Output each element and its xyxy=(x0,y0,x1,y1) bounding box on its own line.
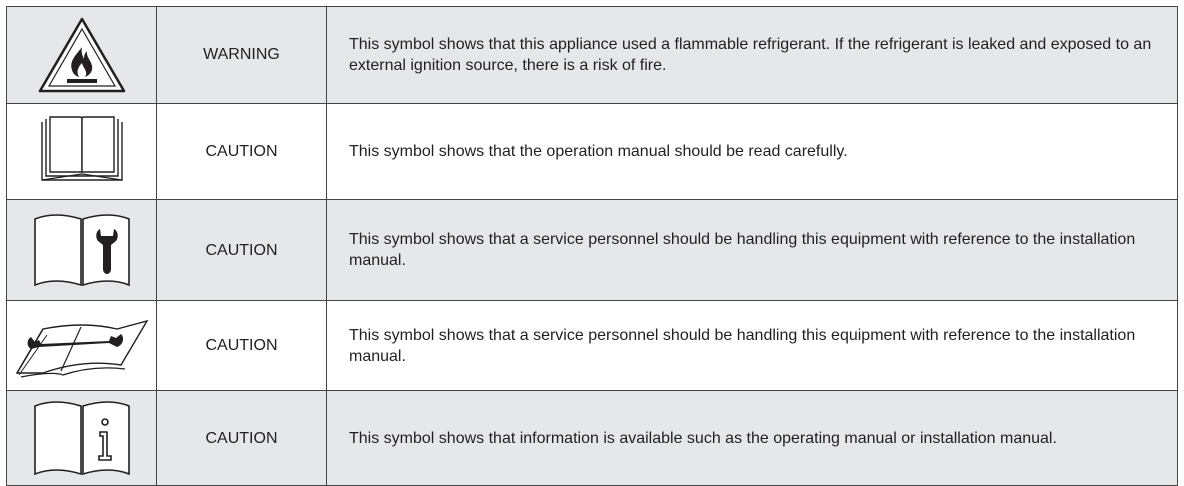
read-manual-icon xyxy=(40,116,123,182)
symbol-cell xyxy=(6,199,157,301)
table-row: CAUTION This symbol shows that a service… xyxy=(6,199,1178,301)
symbol-description: This symbol shows that information is av… xyxy=(326,390,1178,486)
flammable-warning-icon xyxy=(38,17,125,93)
signal-word: WARNING xyxy=(156,6,327,104)
symbol-description: This symbol shows that the operation man… xyxy=(326,102,1178,201)
table-row: CAUTION This symbol shows that a service… xyxy=(6,299,1178,392)
open-book-wrench-icon xyxy=(15,319,148,378)
table-row: CAUTION This symbol shows that the opera… xyxy=(6,102,1178,201)
symbol-description: This symbol shows that this appliance us… xyxy=(326,6,1178,104)
signal-word: CAUTION xyxy=(156,390,327,486)
signal-word: CAUTION xyxy=(156,102,327,201)
symbol-cell xyxy=(6,102,157,201)
symbol-description: This symbol shows that a service personn… xyxy=(326,299,1178,392)
information-manual-icon xyxy=(33,401,130,476)
table-row: WARNING This symbol shows that this appl… xyxy=(6,6,1178,104)
signal-word: CAUTION xyxy=(156,199,327,301)
signal-word: CAUTION xyxy=(156,299,327,392)
service-manual-icon xyxy=(33,214,130,287)
safety-symbols-table: WARNING This symbol shows that this appl… xyxy=(6,6,1178,486)
symbol-cell xyxy=(6,390,157,486)
symbol-cell xyxy=(6,6,157,104)
symbol-cell xyxy=(6,299,157,392)
symbol-description: This symbol shows that a service personn… xyxy=(326,199,1178,301)
table-row: CAUTION This symbol shows that informati… xyxy=(6,390,1178,486)
